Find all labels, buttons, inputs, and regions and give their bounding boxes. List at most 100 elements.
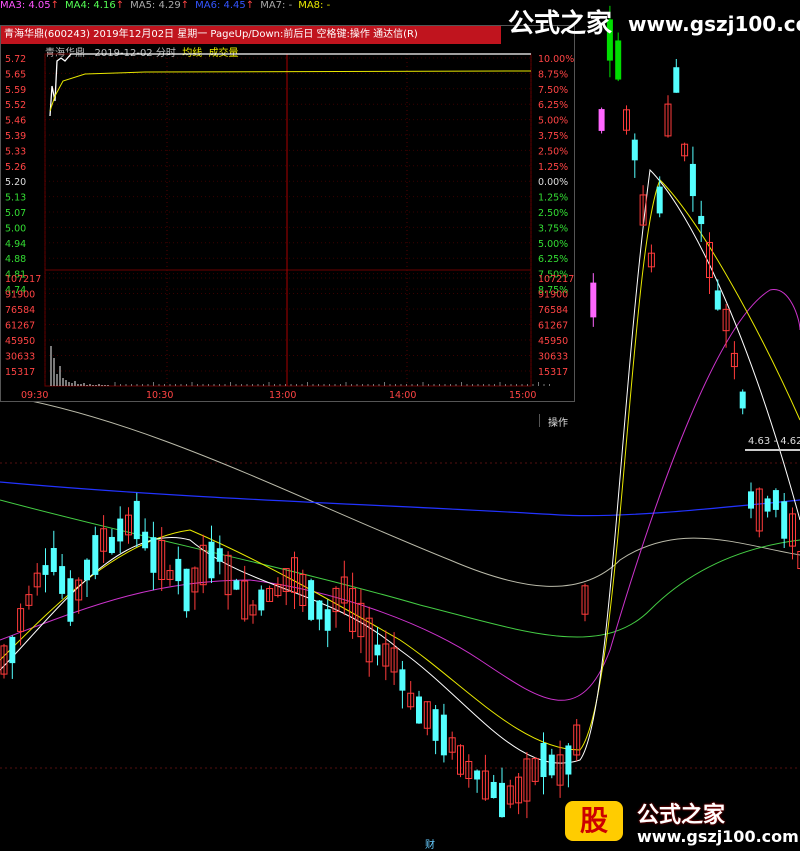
candle-body xyxy=(499,782,505,818)
candle xyxy=(722,303,730,348)
vol-tick-right: 61267 xyxy=(538,321,568,332)
candle-body xyxy=(50,548,57,572)
candle xyxy=(789,507,796,560)
candle-body xyxy=(324,609,331,631)
operate-button[interactable]: 操作 xyxy=(539,414,576,429)
finance-marker[interactable]: 财 xyxy=(425,836,435,851)
vol-tick-right: 30633 xyxy=(538,352,568,363)
price-tick: 5.20 xyxy=(5,177,26,188)
candle-body xyxy=(133,500,140,540)
candle xyxy=(390,632,398,685)
vol-tick-right: 91900 xyxy=(538,290,568,301)
price-tick: 5.07 xyxy=(5,208,26,219)
candle-body xyxy=(374,644,381,656)
candle xyxy=(548,748,555,779)
candle-body xyxy=(631,139,638,161)
candle xyxy=(698,200,705,242)
candle-body xyxy=(233,580,240,590)
candle xyxy=(75,577,83,614)
candle xyxy=(9,635,16,679)
price-tick: 5.00 xyxy=(5,223,26,234)
candle xyxy=(565,743,572,788)
pct-tick: 5.00% xyxy=(538,239,568,250)
ma-line xyxy=(0,394,800,587)
candle-body xyxy=(698,215,705,225)
candle-body xyxy=(432,709,439,741)
candle xyxy=(523,752,531,819)
price-tick: 5.46 xyxy=(5,116,26,127)
candle-body xyxy=(117,518,124,542)
pct-tick: 6.25% xyxy=(538,100,568,111)
vol-tick: 76584 xyxy=(5,305,35,316)
price-tick: 5.72 xyxy=(5,54,26,65)
time-tick: 14:00 xyxy=(389,390,416,401)
candle xyxy=(399,660,406,709)
candle xyxy=(416,690,422,724)
candle-body xyxy=(490,781,497,799)
candle-body xyxy=(548,754,555,776)
candle xyxy=(706,232,713,294)
candle xyxy=(33,563,41,596)
candle-body xyxy=(399,669,406,691)
time-tick: 15:00 xyxy=(509,390,536,401)
pct-tick: 1.25% xyxy=(538,193,568,204)
candle xyxy=(714,279,721,311)
candle xyxy=(117,506,124,554)
candle xyxy=(258,585,265,616)
price-tick: 5.52 xyxy=(5,100,26,111)
candle xyxy=(17,603,25,646)
candle-body xyxy=(748,491,754,509)
candle xyxy=(125,507,132,544)
ma-item: MA7: - xyxy=(260,0,293,11)
candle xyxy=(233,578,240,591)
intraday-popup-window[interactable]: 青海华鼎(600243) 2019年12月02日 星期一 PageUp/Down… xyxy=(0,25,575,429)
intraday-chart: 5.72 5.65 5.59 5.52 5.46 5.39 5.33 5.26 5.20 5.13… xyxy=(5,53,574,401)
vol-tick: 45950 xyxy=(5,336,35,347)
price-tick: 4.88 xyxy=(5,254,26,265)
candle-body xyxy=(42,565,49,575)
candle xyxy=(332,586,340,628)
price-tick: 5.33 xyxy=(5,146,26,157)
candle xyxy=(25,585,33,610)
candle xyxy=(199,534,207,594)
candle xyxy=(50,530,57,576)
candle xyxy=(556,740,564,798)
candle-body xyxy=(565,745,572,775)
candle-body xyxy=(772,490,779,510)
candle xyxy=(42,548,49,593)
candle-body xyxy=(92,535,99,575)
candle xyxy=(133,492,140,547)
candle xyxy=(216,535,223,575)
candle xyxy=(664,95,672,138)
ma-item: MA5: 4.29↑ xyxy=(130,0,190,11)
candle xyxy=(440,703,447,763)
candle xyxy=(100,515,108,563)
intraday-avg-line xyxy=(49,70,532,112)
candle xyxy=(59,554,66,599)
vol-tick: 30633 xyxy=(5,352,35,363)
candle xyxy=(465,754,473,788)
candle xyxy=(631,133,638,178)
pct-tick: 1.25% xyxy=(538,162,568,173)
candle xyxy=(241,565,249,622)
candle xyxy=(573,719,581,762)
candle xyxy=(349,572,357,639)
pct-tick: 7.50% xyxy=(538,85,568,96)
candle-body xyxy=(308,580,315,620)
candle xyxy=(175,546,182,595)
candle-body xyxy=(183,568,190,612)
candle xyxy=(515,773,523,815)
watermark-top-cn: 公式之家 xyxy=(507,9,612,39)
pct-tick: 5.00% xyxy=(538,116,568,127)
candle xyxy=(681,142,689,162)
candle xyxy=(748,482,754,519)
candle xyxy=(772,488,779,518)
pct-tick: 6.25% xyxy=(538,254,568,265)
candle xyxy=(92,526,99,580)
vol-tick-right: 45950 xyxy=(538,336,568,347)
pct-tick: 3.75% xyxy=(538,131,568,142)
price-tick: 5.39 xyxy=(5,131,26,142)
vol-tick-right: 107217 xyxy=(538,274,574,285)
candle xyxy=(531,757,539,786)
candle-body xyxy=(689,163,696,197)
